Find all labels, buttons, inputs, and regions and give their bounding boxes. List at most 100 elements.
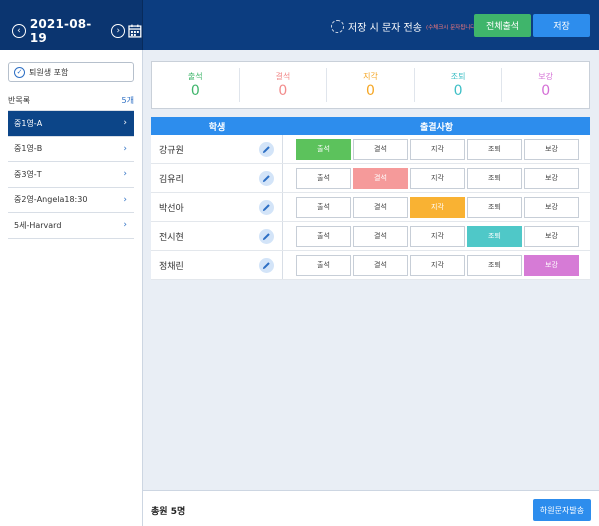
table-row: 김유리 출석 결석 지각 조퇴 보강 [151, 164, 590, 193]
summary-label: 결석 [275, 72, 291, 81]
student-cell: 전시현 [151, 222, 283, 250]
status-button[interactable]: 결석 [353, 167, 408, 189]
student-cell: 정채린 [151, 251, 283, 279]
summary-value: 0 [541, 83, 551, 99]
class-item[interactable]: 중3영-T › [8, 162, 134, 188]
status-button[interactable]: 조퇴 [467, 196, 522, 218]
table-row: 전시현 출석 결석 지각 조퇴 보강 [151, 222, 590, 251]
status-button[interactable]: 지각 [410, 196, 465, 218]
student-name: 정채린 [159, 261, 184, 272]
student-column-header: 학생 [208, 122, 226, 133]
status-button[interactable]: 출석 [296, 138, 351, 160]
table-body: 강규원 출석 결석 지각 조퇴 보강 김유리 출석 결석 지각 조퇴 보강 박선아 출석 결석 지각 조퇴 보강 전… [151, 135, 590, 280]
table-row: 정채린 출석 결석 지각 조퇴 보강 [151, 251, 590, 280]
summary-label: 지각 [363, 72, 378, 81]
status-button[interactable]: 조퇴 [467, 167, 522, 189]
class-item-label: 중2영-Angela18:30 [14, 195, 88, 205]
status-button[interactable]: 출석 [296, 254, 351, 276]
status-button[interactable]: 보강 [524, 254, 579, 276]
status-button[interactable]: 결석 [353, 225, 408, 247]
status-button[interactable]: 보강 [524, 196, 579, 218]
status-button[interactable]: 조퇴 [467, 254, 522, 276]
class-item[interactable]: 5세-Harvard › [8, 213, 134, 239]
status-button[interactable]: 보강 [524, 167, 579, 189]
status-cell: 출석 결석 지각 조퇴 보강 [283, 222, 590, 250]
student-name: 김유리 [159, 174, 184, 185]
class-item[interactable]: 중1영-A › [8, 111, 134, 137]
status-cell: 출석 결석 지각 조퇴 보강 [283, 164, 590, 192]
summary-cell: 결석 0 [240, 68, 328, 102]
class-item-label: 5세-Harvard [14, 220, 62, 230]
status-button[interactable]: 지각 [410, 167, 465, 189]
date-panel: ‹ 2021-08-19 › [0, 0, 143, 50]
chevron-right-icon: › [123, 169, 127, 180]
class-item[interactable]: 중2영-Angela18:30 › [8, 188, 134, 213]
all-present-button[interactable]: 전체출석 [474, 14, 531, 37]
chevron-left-icon[interactable]: ‹ [12, 24, 26, 38]
include-withdrawn-toggle[interactable]: ✓ 퇴원생 포함 [8, 62, 134, 82]
pencil-icon[interactable] [259, 228, 274, 244]
status-button[interactable]: 지각 [410, 225, 465, 247]
attendance-table: 학생 출결사항 강규원 출석 결석 지각 조퇴 보강 김유리 출석 결석 지각 조퇴 보강 박선아 출석 결… [151, 117, 590, 280]
summary-value: 0 [453, 83, 463, 99]
summary-value: 0 [190, 83, 200, 99]
calendar-icon[interactable] [128, 24, 142, 38]
status-cell: 출석 결석 지각 조퇴 보강 [283, 251, 590, 279]
pencil-icon[interactable] [259, 199, 274, 215]
summary-label: 보강 [538, 72, 554, 81]
sms-on-save-toggle[interactable]: 저장 시 문자 전송 (수체크시 문자됩니다) [331, 19, 478, 34]
total-students: 총원 5명 [151, 507, 186, 517]
table-header: 학생 출결사항 [151, 117, 590, 135]
top-bar: ‹ 2021-08-19 › 저장 시 문자 전송 (수체크시 문자됩니다) 전… [0, 0, 599, 50]
status-button[interactable]: 결석 [353, 254, 408, 276]
status-cell: 출석 결석 지각 조퇴 보강 [283, 135, 590, 163]
student-cell: 강규원 [151, 135, 283, 163]
status-cell: 출석 결석 지각 조퇴 보강 [283, 193, 590, 221]
status-button[interactable]: 지각 [410, 138, 465, 160]
status-button[interactable]: 보강 [524, 225, 579, 247]
class-item[interactable]: 중1영-B › [8, 137, 134, 162]
sms-toggle-label: 저장 시 문자 전송 [348, 23, 422, 34]
student-cell: 김유리 [151, 164, 283, 192]
chevron-right-icon: › [123, 194, 127, 205]
status-button[interactable]: 조퇴 [467, 138, 522, 160]
chevron-right-icon: › [123, 118, 127, 129]
class-item-label: 중1영-A [14, 118, 43, 128]
pencil-icon[interactable] [259, 170, 274, 186]
status-button[interactable]: 조퇴 [467, 225, 522, 247]
chevron-right-icon: › [123, 220, 127, 231]
pencil-icon[interactable] [259, 141, 274, 157]
summary-cell: 지각 0 [327, 68, 415, 102]
class-count: 5개 [121, 96, 134, 105]
summary-cell: 보강 0 [502, 68, 589, 102]
table-row: 박선아 출석 결석 지각 조퇴 보강 [151, 193, 590, 222]
summary-value: 0 [278, 83, 288, 99]
current-date: 2021-08-19 [29, 17, 92, 45]
footer: 총원 5명 하원문자발송 [143, 490, 599, 526]
include-withdrawn-label: 퇴원생 포함 [29, 67, 69, 77]
sidebar: ✓ 퇴원생 포함 반목록 5개 중1영-A › 중1영-B › 중3영-T › 중2영-An… [0, 50, 143, 526]
summary-cell: 출석 0 [152, 68, 240, 102]
toggle-circle-icon [331, 20, 344, 33]
status-button[interactable]: 출석 [296, 196, 351, 218]
status-button[interactable]: 결석 [353, 196, 408, 218]
student-name: 박선아 [159, 203, 184, 214]
attendance-summary: 출석 0 결석 0 지각 0 조퇴 0 보강 0 [151, 61, 590, 109]
status-column-header: 출결사항 [419, 122, 454, 133]
status-button[interactable]: 출석 [296, 225, 351, 247]
status-button[interactable]: 출석 [296, 167, 351, 189]
class-list: 중1영-A › 중1영-B › 중3영-T › 중2영-Angela18:30 › 5세-Har… [8, 110, 134, 239]
summary-cell: 조퇴 0 [415, 68, 503, 102]
chevron-right-icon[interactable]: › [111, 24, 126, 38]
chevron-right-icon: › [123, 143, 127, 154]
student-name: 강규원 [159, 145, 184, 156]
status-button[interactable]: 결석 [353, 138, 408, 160]
save-button[interactable]: 저장 [533, 14, 590, 37]
class-item-label: 중1영-B [14, 144, 43, 154]
pencil-icon[interactable] [259, 257, 274, 273]
status-button[interactable]: 보강 [524, 138, 579, 160]
class-list-title: 반목록 [8, 96, 31, 105]
status-button[interactable]: 지각 [410, 254, 465, 276]
summary-label: 조퇴 [450, 72, 466, 81]
send-dismissal-sms-button[interactable]: 하원문자발송 [533, 499, 591, 521]
